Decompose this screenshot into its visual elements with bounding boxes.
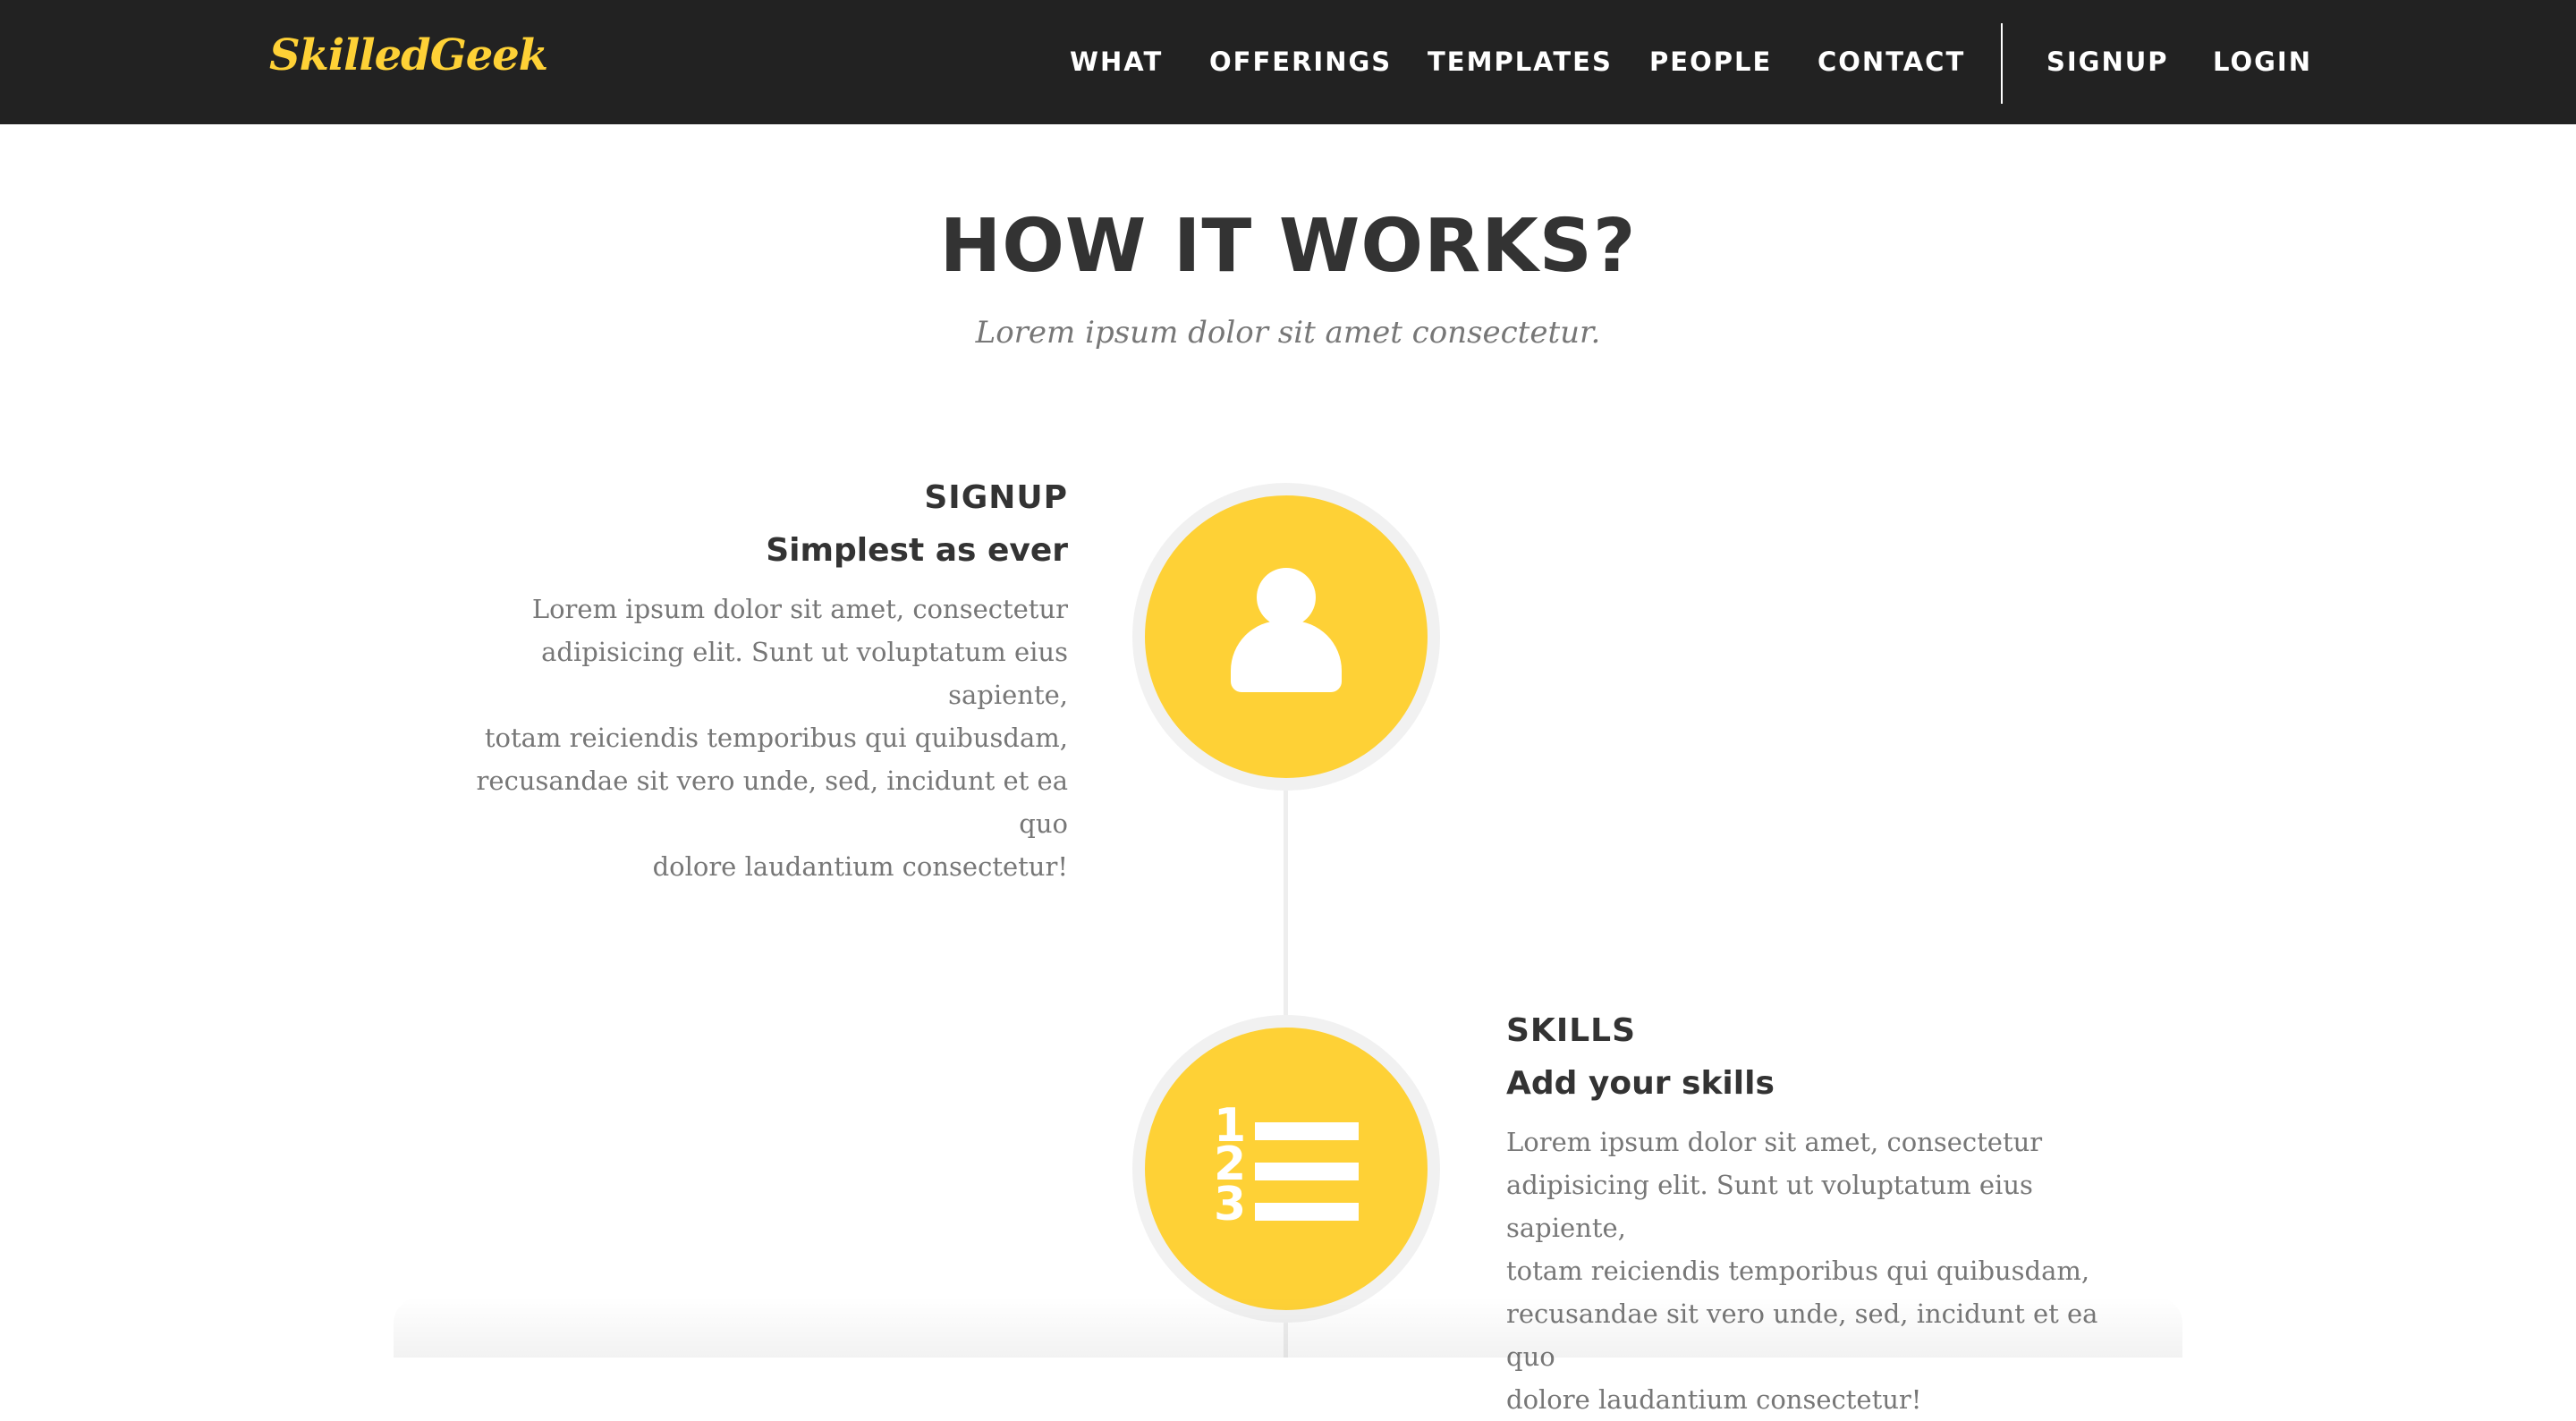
step-description: Lorem ipsum dolor sit amet, consectetur …: [1506, 1127, 2097, 1415]
step-subheading: Add your skills: [1506, 1065, 1775, 1102]
section-title: HOW IT WORKS?: [939, 204, 1637, 289]
nav-link-templates[interactable]: TEMPLATES: [1428, 47, 1613, 77]
nav-link-people[interactable]: PEOPLE: [1649, 47, 1772, 77]
nav-link-contact[interactable]: CONTACT: [1818, 47, 1965, 77]
bottom-shadow: [394, 1297, 2182, 1358]
nav-link-signup[interactable]: SIGNUP: [2046, 47, 2169, 77]
nav-link-what[interactable]: WHAT: [1070, 47, 1163, 77]
timeline-image-skills: 1 2 3: [1132, 1015, 1440, 1323]
section-subtitle: Lorem ipsum dolor sit amet consectetur.: [975, 315, 1601, 351]
step-heading: SKILLS: [1506, 1012, 1637, 1049]
step-subheading: Simplest as ever: [766, 532, 1068, 569]
navbar: SkilledGeek WHAT OFFERINGS TEMPLATES PEO…: [0, 0, 2576, 124]
brand-logo[interactable]: SkilledGeek: [269, 30, 548, 80]
step-description: Lorem ipsum dolor sit amet, consectetur …: [476, 594, 1068, 882]
step-heading: SIGNUP: [924, 479, 1068, 516]
nav-divider: [2001, 23, 2003, 104]
nav-link-offerings[interactable]: OFFERINGS: [1209, 47, 1392, 77]
nav-link-login[interactable]: LOGIN: [2213, 47, 2312, 77]
timeline-image-signup: [1132, 483, 1440, 791]
